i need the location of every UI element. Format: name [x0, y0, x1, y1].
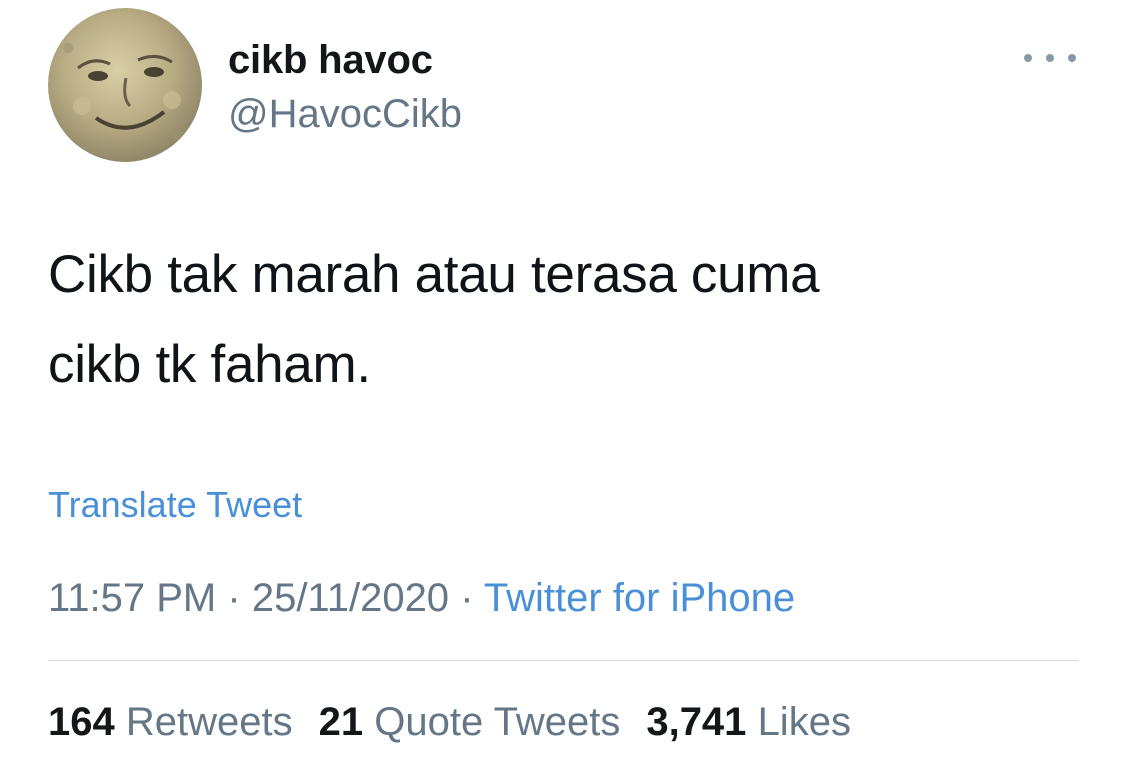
retweets-count: 164: [48, 700, 115, 744]
retweets-label: Retweets: [125, 700, 293, 744]
likes-stat[interactable]: 3,741 Likes: [646, 700, 851, 744]
meta-separator: ·: [460, 576, 474, 620]
more-horizontal-icon-dot-2: [1046, 54, 1054, 62]
avatar[interactable]: [48, 8, 202, 162]
moon-face-avatar-image: [48, 8, 202, 162]
quote-tweets-label: Quote Tweets: [374, 700, 621, 744]
tweet-time[interactable]: 11:57 PM: [48, 576, 216, 620]
meta-separator: ·: [227, 576, 241, 620]
display-name[interactable]: cikb havoc: [228, 34, 433, 86]
retweets-stat[interactable]: 164 Retweets: [48, 700, 293, 744]
more-options-button[interactable]: [1024, 44, 1076, 72]
tweet-meta: 11:57 PM · 25/11/2020 · Twitter for iPho…: [48, 572, 795, 624]
likes-label: Likes: [757, 700, 851, 744]
quote-tweets-stat[interactable]: 21 Quote Tweets: [319, 700, 621, 744]
user-handle[interactable]: @HavocCikb: [228, 88, 462, 140]
tweet-stats: 164 Retweets 21 Quote Tweets 3,741 Likes: [48, 696, 851, 748]
translate-tweet-link[interactable]: Translate Tweet: [48, 482, 302, 528]
divider: [48, 660, 1078, 661]
more-horizontal-icon-dot-1: [1024, 54, 1032, 62]
quote-tweets-count: 21: [318, 700, 364, 744]
tweet-source-link[interactable]: Twitter for iPhone: [484, 576, 795, 620]
likes-count: 3,741: [646, 700, 747, 744]
tweet-date[interactable]: 25/11/2020: [252, 576, 449, 620]
more-horizontal-icon-dot-3: [1068, 54, 1076, 62]
tweet-text: Cikb tak marah atau terasa cuma cikb tk …: [48, 245, 820, 394]
